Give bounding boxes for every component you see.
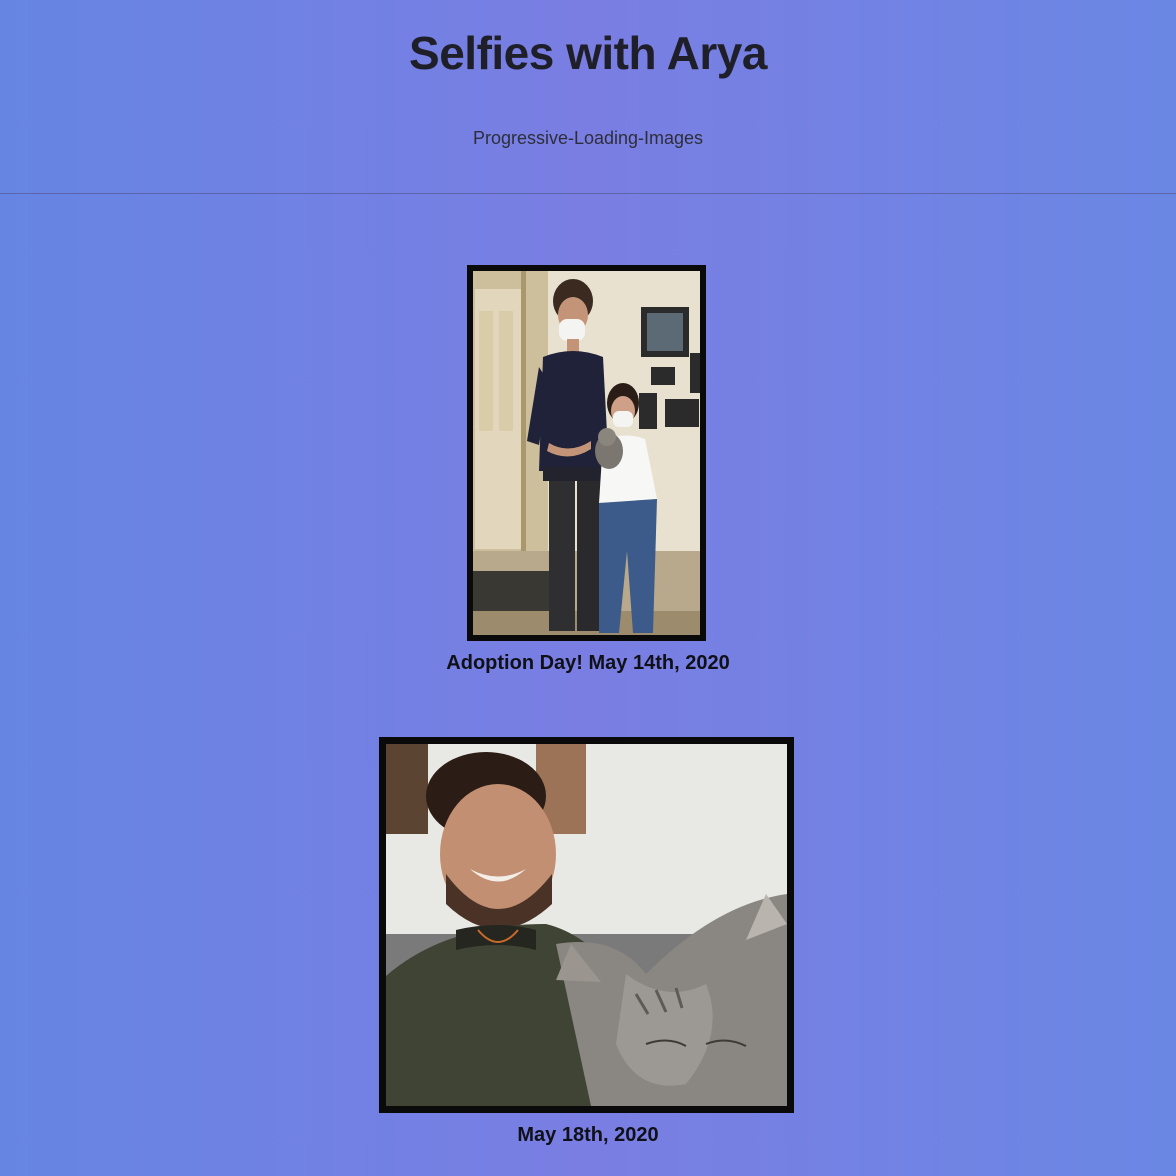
page-header: Selfies with Arya Progressive-Loading-Im…: [0, 0, 1176, 194]
photo-adoption-day-image: [473, 271, 700, 635]
photo-caption: May 18th, 2020: [517, 1124, 659, 1146]
photo-may-18-image: [386, 744, 787, 1106]
page-title: Selfies with Arya: [409, 27, 767, 79]
photo-may-18[interactable]: [379, 737, 794, 1113]
photo-adoption-day[interactable]: [467, 265, 706, 641]
page-subtitle: Progressive-Loading-Images: [472, 128, 704, 148]
photo-caption: Adoption Day! May 14th, 2020: [446, 652, 730, 674]
